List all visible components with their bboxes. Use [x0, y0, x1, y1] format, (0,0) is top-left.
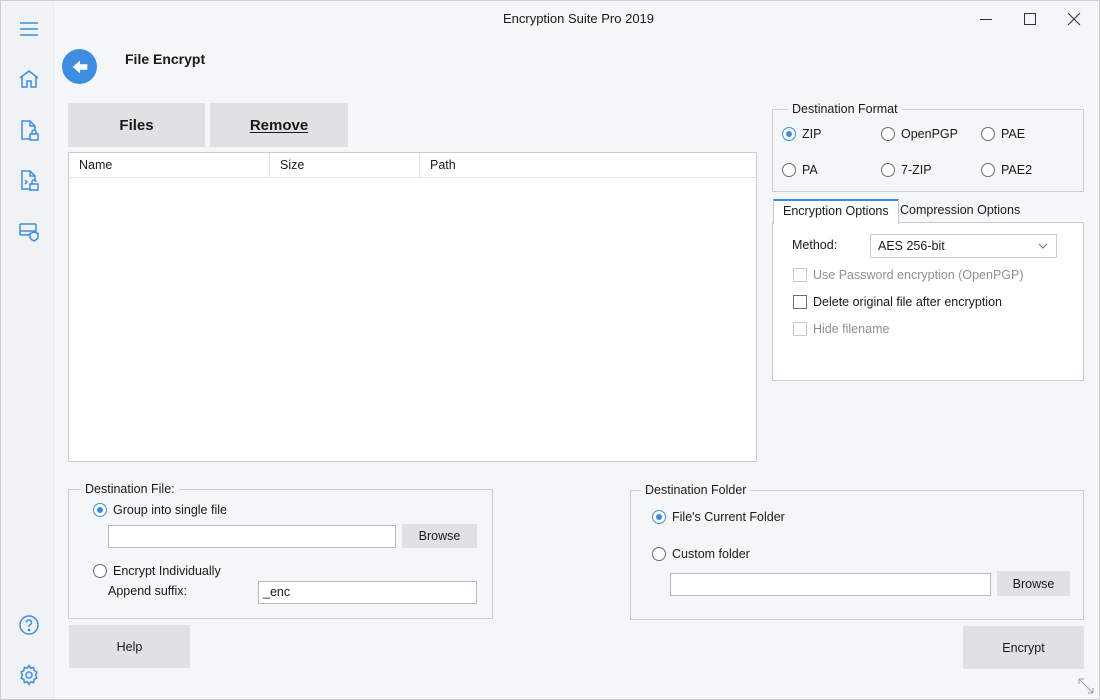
browse-label: Browse [1012, 576, 1055, 591]
help-circle-icon[interactable] [16, 612, 42, 638]
destination-folder-browse-button[interactable]: Browse [997, 571, 1070, 596]
radio-label: PAE2 [1001, 163, 1033, 177]
file-unlock-icon[interactable] [16, 167, 42, 193]
window-title: Encryption Suite Pro 2019 [502, 11, 655, 26]
destination-format-legend: Destination Format [788, 102, 902, 116]
checkbox-box [793, 268, 807, 282]
browse-label: Browse [418, 529, 461, 543]
format-radio-openpgp[interactable]: OpenPGP [881, 127, 958, 141]
hide-filename-checkbox[interactable]: Hide filename [793, 322, 889, 336]
radio-label: Custom folder [672, 547, 750, 561]
home-icon[interactable] [16, 66, 42, 92]
chevron-down-icon [1038, 243, 1048, 249]
files-button[interactable]: Files [68, 103, 205, 147]
encrypt-button[interactable]: Encrypt [963, 626, 1084, 669]
method-label: Method: [792, 238, 838, 252]
shield-drive-icon[interactable] [16, 218, 42, 244]
radio-label: PAE [1001, 127, 1026, 141]
navigation-rail [2, 2, 54, 699]
files-button-label: Files [119, 116, 154, 134]
column-header-path[interactable]: Path [420, 153, 756, 178]
app-window: Encryption Suite Pro 2019 File Encrypt F… [0, 0, 1100, 700]
destination-file-legend: Destination File: [81, 482, 179, 496]
column-header-size[interactable]: Size [270, 153, 420, 178]
delete-original-checkbox[interactable]: Delete original file after encryption [793, 295, 1002, 309]
arrow-left-icon [72, 60, 87, 73]
file-list-header: Name Size Path [69, 153, 756, 178]
gear-icon[interactable] [16, 662, 42, 688]
checkbox-label: Hide filename [813, 322, 890, 336]
radio-label: File's Current Folder [672, 510, 785, 524]
checkbox-label: Use Password encryption (OpenPGP) [813, 268, 1024, 282]
append-suffix-label: Append suffix: [108, 584, 187, 598]
file-lock-icon[interactable] [16, 117, 42, 143]
custom-folder-path-input[interactable] [670, 573, 991, 596]
radio-dot [782, 163, 796, 177]
minimize-icon [980, 19, 992, 20]
checkbox-box [793, 295, 807, 309]
radio-dot [881, 127, 895, 141]
method-select[interactable]: AES 256-bit [870, 234, 1057, 258]
radio-label: 7-ZIP [901, 163, 932, 177]
resize-grip-icon[interactable] [1077, 677, 1095, 695]
checkbox-box [793, 322, 807, 336]
radio-dot [981, 163, 995, 177]
minimize-button[interactable] [966, 6, 1006, 32]
help-button[interactable]: Help [69, 625, 190, 668]
destination-folder-legend: Destination Folder [641, 483, 751, 497]
back-button[interactable] [62, 49, 97, 84]
format-radio-pae2[interactable]: PAE2 [981, 163, 1032, 177]
radio-dot [652, 510, 666, 524]
close-icon [1067, 12, 1081, 26]
column-header-name[interactable]: Name [69, 153, 270, 178]
use-password-checkbox[interactable]: Use Password encryption (OpenPGP) [793, 268, 1024, 282]
format-radio-pae[interactable]: PAE [981, 127, 1025, 141]
group-file-path-input[interactable] [108, 525, 396, 548]
radio-dot [881, 163, 895, 177]
method-select-value: AES 256-bit [878, 239, 945, 253]
radio-label: OpenPGP [901, 127, 958, 141]
radio-dot [93, 564, 107, 578]
format-radio-7zip[interactable]: 7-ZIP [881, 163, 932, 177]
radio-dot [981, 127, 995, 141]
maximize-icon [1024, 13, 1036, 25]
destination-format-group: Destination Format [772, 102, 1084, 192]
radio-label: Encrypt Individually [113, 564, 221, 578]
tab-compression-options[interactable]: Compression Options [891, 199, 1029, 223]
title-bar: Encryption Suite Pro 2019 [55, 2, 1098, 36]
page-title: File Encrypt [125, 51, 206, 67]
current-folder-radio[interactable]: File's Current Folder [652, 510, 785, 524]
radio-label: ZIP [802, 127, 822, 141]
destination-file-browse-button[interactable]: Browse [402, 524, 477, 548]
checkbox-label: Delete original file after encryption [813, 295, 1002, 309]
encrypt-individually-radio[interactable]: Encrypt Individually [93, 564, 221, 578]
help-button-label: Help [116, 639, 143, 654]
append-suffix-input[interactable]: _enc [258, 581, 477, 604]
close-button[interactable] [1054, 6, 1094, 32]
radio-label: PA [802, 163, 818, 177]
format-radio-zip[interactable]: ZIP [782, 127, 821, 141]
group-single-file-radio[interactable]: Group into single file [93, 503, 227, 517]
menu-icon[interactable] [16, 16, 42, 42]
tab-encryption-options[interactable]: Encryption Options [773, 199, 899, 224]
radio-dot [782, 127, 796, 141]
file-list[interactable]: Name Size Path [68, 152, 757, 462]
remove-button-label: Remove [249, 116, 309, 134]
radio-label: Group into single file [113, 503, 227, 517]
format-radio-pa[interactable]: PA [782, 163, 818, 177]
radio-dot [652, 547, 666, 561]
encrypt-button-label: Encrypt [1002, 640, 1045, 655]
maximize-button[interactable] [1010, 6, 1050, 32]
remove-button[interactable]: Remove [210, 103, 348, 147]
radio-dot [93, 503, 107, 517]
custom-folder-radio[interactable]: Custom folder [652, 547, 750, 561]
